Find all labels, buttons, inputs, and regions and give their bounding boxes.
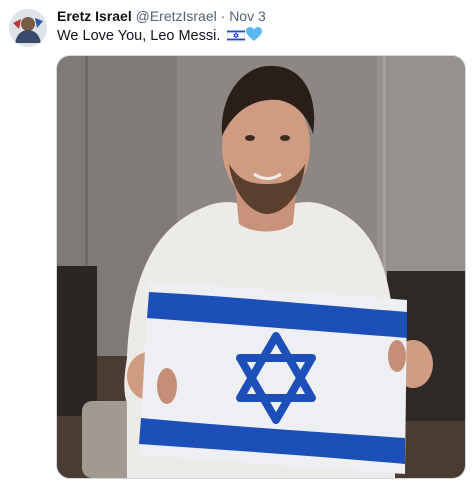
- photo-image: [57, 56, 465, 478]
- avatar-image-icon: [9, 9, 47, 47]
- israel-flag-emoji-icon: [227, 28, 246, 48]
- blue-heart-emoji-icon: [246, 27, 263, 48]
- separator-dot: ·: [220, 8, 226, 24]
- tweet-header: Eretz Israel @EretzIsrael · Nov 3: [57, 7, 266, 25]
- avatar[interactable]: [9, 9, 47, 47]
- display-name[interactable]: Eretz Israel: [57, 8, 132, 24]
- handle[interactable]: @EretzIsrael: [136, 8, 217, 24]
- timestamp[interactable]: Nov 3: [229, 8, 266, 24]
- tweet-text-body: We Love You, Leo Messi.: [57, 28, 221, 44]
- tweet-text: We Love You, Leo Messi.: [57, 26, 263, 48]
- tweet[interactable]: Eretz Israel @EretzIsrael · Nov 3 We Lov…: [0, 0, 474, 485]
- tweet-media-photo[interactable]: [56, 55, 466, 479]
